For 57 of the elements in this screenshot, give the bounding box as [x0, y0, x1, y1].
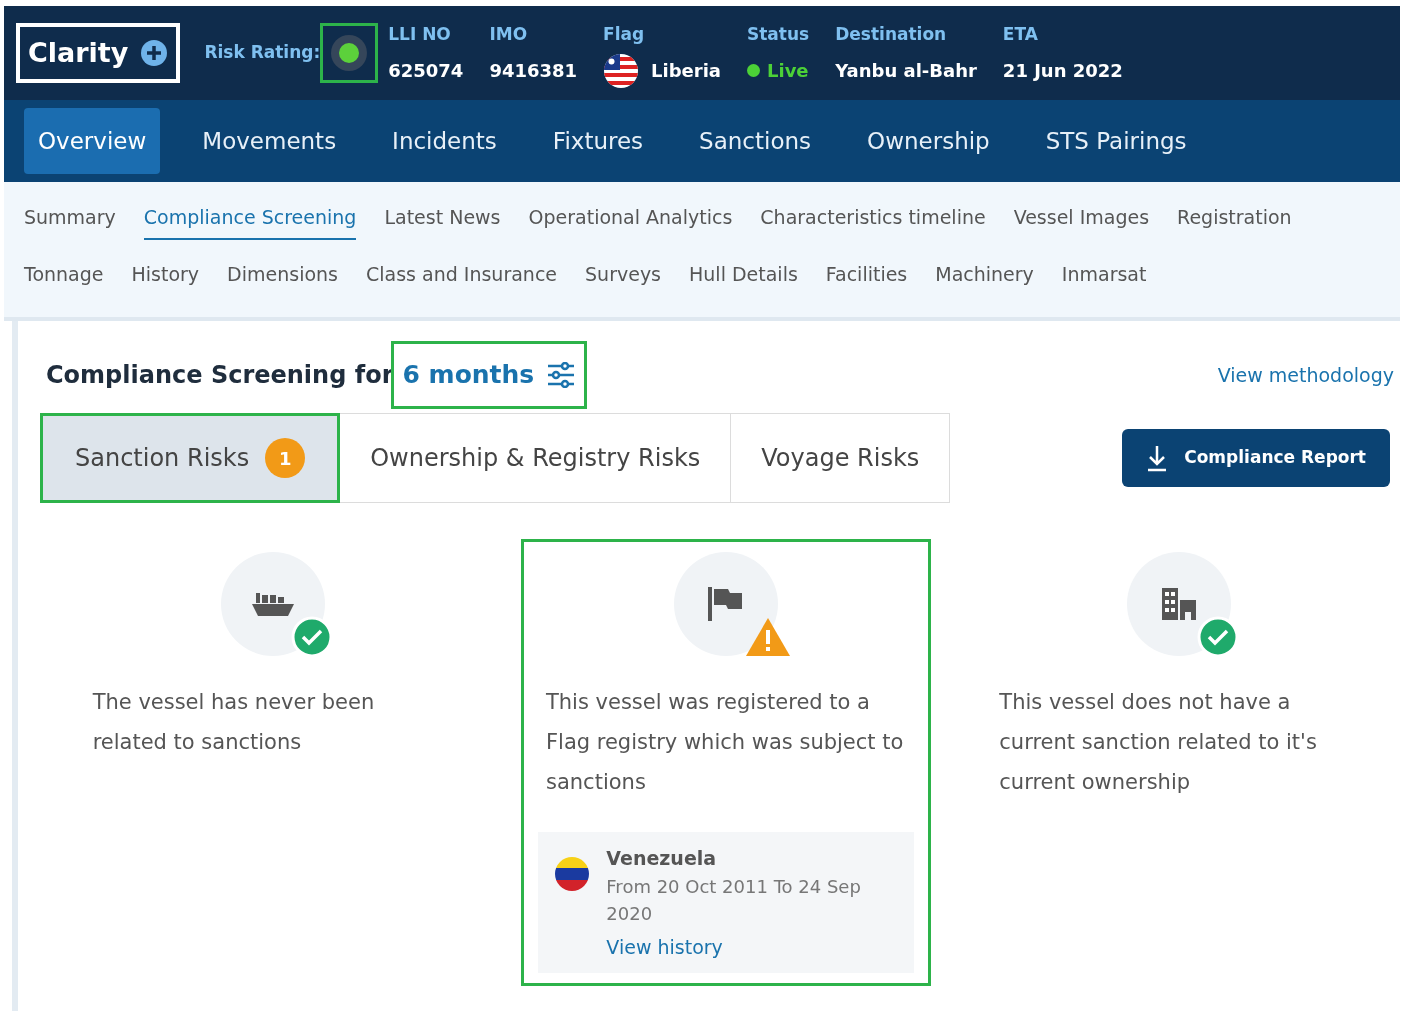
- main-tab[interactable]: Sanctions: [685, 108, 826, 174]
- section-title: Compliance Screening for: [46, 360, 394, 391]
- sub-tab[interactable]: Summary: [24, 203, 116, 240]
- sub-tab[interactable]: Compliance Screening: [143, 203, 357, 240]
- main-tab[interactable]: Movements: [188, 108, 351, 174]
- card-description: This vessel does not have a current sanction related to it's current ownership: [999, 689, 1318, 796]
- main-tab[interactable]: Ownership: [853, 108, 1004, 174]
- field-value: Liberia: [651, 59, 721, 84]
- sub-tab[interactable]: Hull Details: [689, 259, 798, 296]
- field-label: LLI NO: [388, 23, 452, 47]
- date-range: From 20 Oct 2011 To 24 Sep 2020: [606, 874, 862, 926]
- methodology-link[interactable]: View methodology: [1217, 360, 1394, 390]
- logo-text: Clarity: [28, 35, 129, 70]
- sub-tab[interactable]: Tonnage: [24, 259, 104, 296]
- risk-tab[interactable]: Sanction Risks 1: [40, 413, 341, 503]
- compliance-report-button[interactable]: Compliance Report: [1122, 429, 1390, 487]
- main-tab[interactable]: Incidents: [378, 108, 511, 174]
- main-tab[interactable]: Fixtures: [538, 108, 658, 174]
- building-icon: [1160, 586, 1199, 622]
- sub-tab[interactable]: Inmarsat: [1061, 259, 1147, 296]
- filter-sliders-icon: [546, 362, 577, 388]
- sub-tab[interactable]: Class and Insurance: [366, 259, 558, 296]
- field-label: Destination: [835, 23, 948, 47]
- sub-tab[interactable]: Characteristics timeline: [760, 203, 986, 240]
- card-description: This vessel was registered to a Flag registry which was subject to sanctions: [546, 689, 905, 796]
- main-tab[interactable]: STS Pairings: [1031, 108, 1201, 174]
- sub-tab[interactable]: Operational Analytics: [528, 203, 733, 240]
- plus-icon: [140, 39, 169, 67]
- field-label: IMO: [489, 23, 529, 47]
- field-label: Status: [747, 23, 810, 47]
- sub-tab[interactable]: History: [131, 259, 200, 296]
- card-description: The vessel has never been related to sanctions: [92, 689, 376, 756]
- risk-rating-label: Risk Rating:: [204, 41, 321, 65]
- view-history-link[interactable]: View history: [606, 932, 898, 961]
- field-value: Live: [767, 59, 809, 84]
- sub-tab[interactable]: Registration: [1177, 203, 1292, 240]
- main-tab[interactable]: Overview: [24, 108, 161, 174]
- field-label: Flag: [603, 23, 646, 47]
- sub-tab[interactable]: Dimensions: [227, 259, 338, 296]
- period-selector[interactable]: 6 months: [391, 341, 588, 409]
- sub-tab[interactable]: Machinery: [935, 259, 1034, 296]
- country-name: Venezuela: [606, 846, 718, 871]
- field-value: 9416381: [489, 59, 578, 84]
- field-label: ETA: [1002, 23, 1039, 47]
- field-value: 21 Jun 2022: [1002, 59, 1123, 84]
- sub-tab[interactable]: Vessel Images: [1013, 203, 1150, 240]
- flag-icon: [554, 856, 591, 892]
- count-badge: 1: [265, 438, 306, 478]
- sub-tab[interactable]: Latest News: [384, 203, 501, 240]
- logo[interactable]: Clarity: [16, 23, 181, 83]
- sub-tab[interactable]: Facilities: [825, 259, 908, 296]
- download-icon: [1146, 444, 1169, 472]
- sub-tab[interactable]: Surveys: [585, 259, 662, 296]
- field-value: 625074: [388, 59, 464, 84]
- risk-tab[interactable]: Voyage Risks: [731, 413, 951, 503]
- risk-tab[interactable]: Ownership & Registry Risks: [340, 413, 732, 503]
- field-value: Yanbu al-Bahr: [835, 59, 977, 84]
